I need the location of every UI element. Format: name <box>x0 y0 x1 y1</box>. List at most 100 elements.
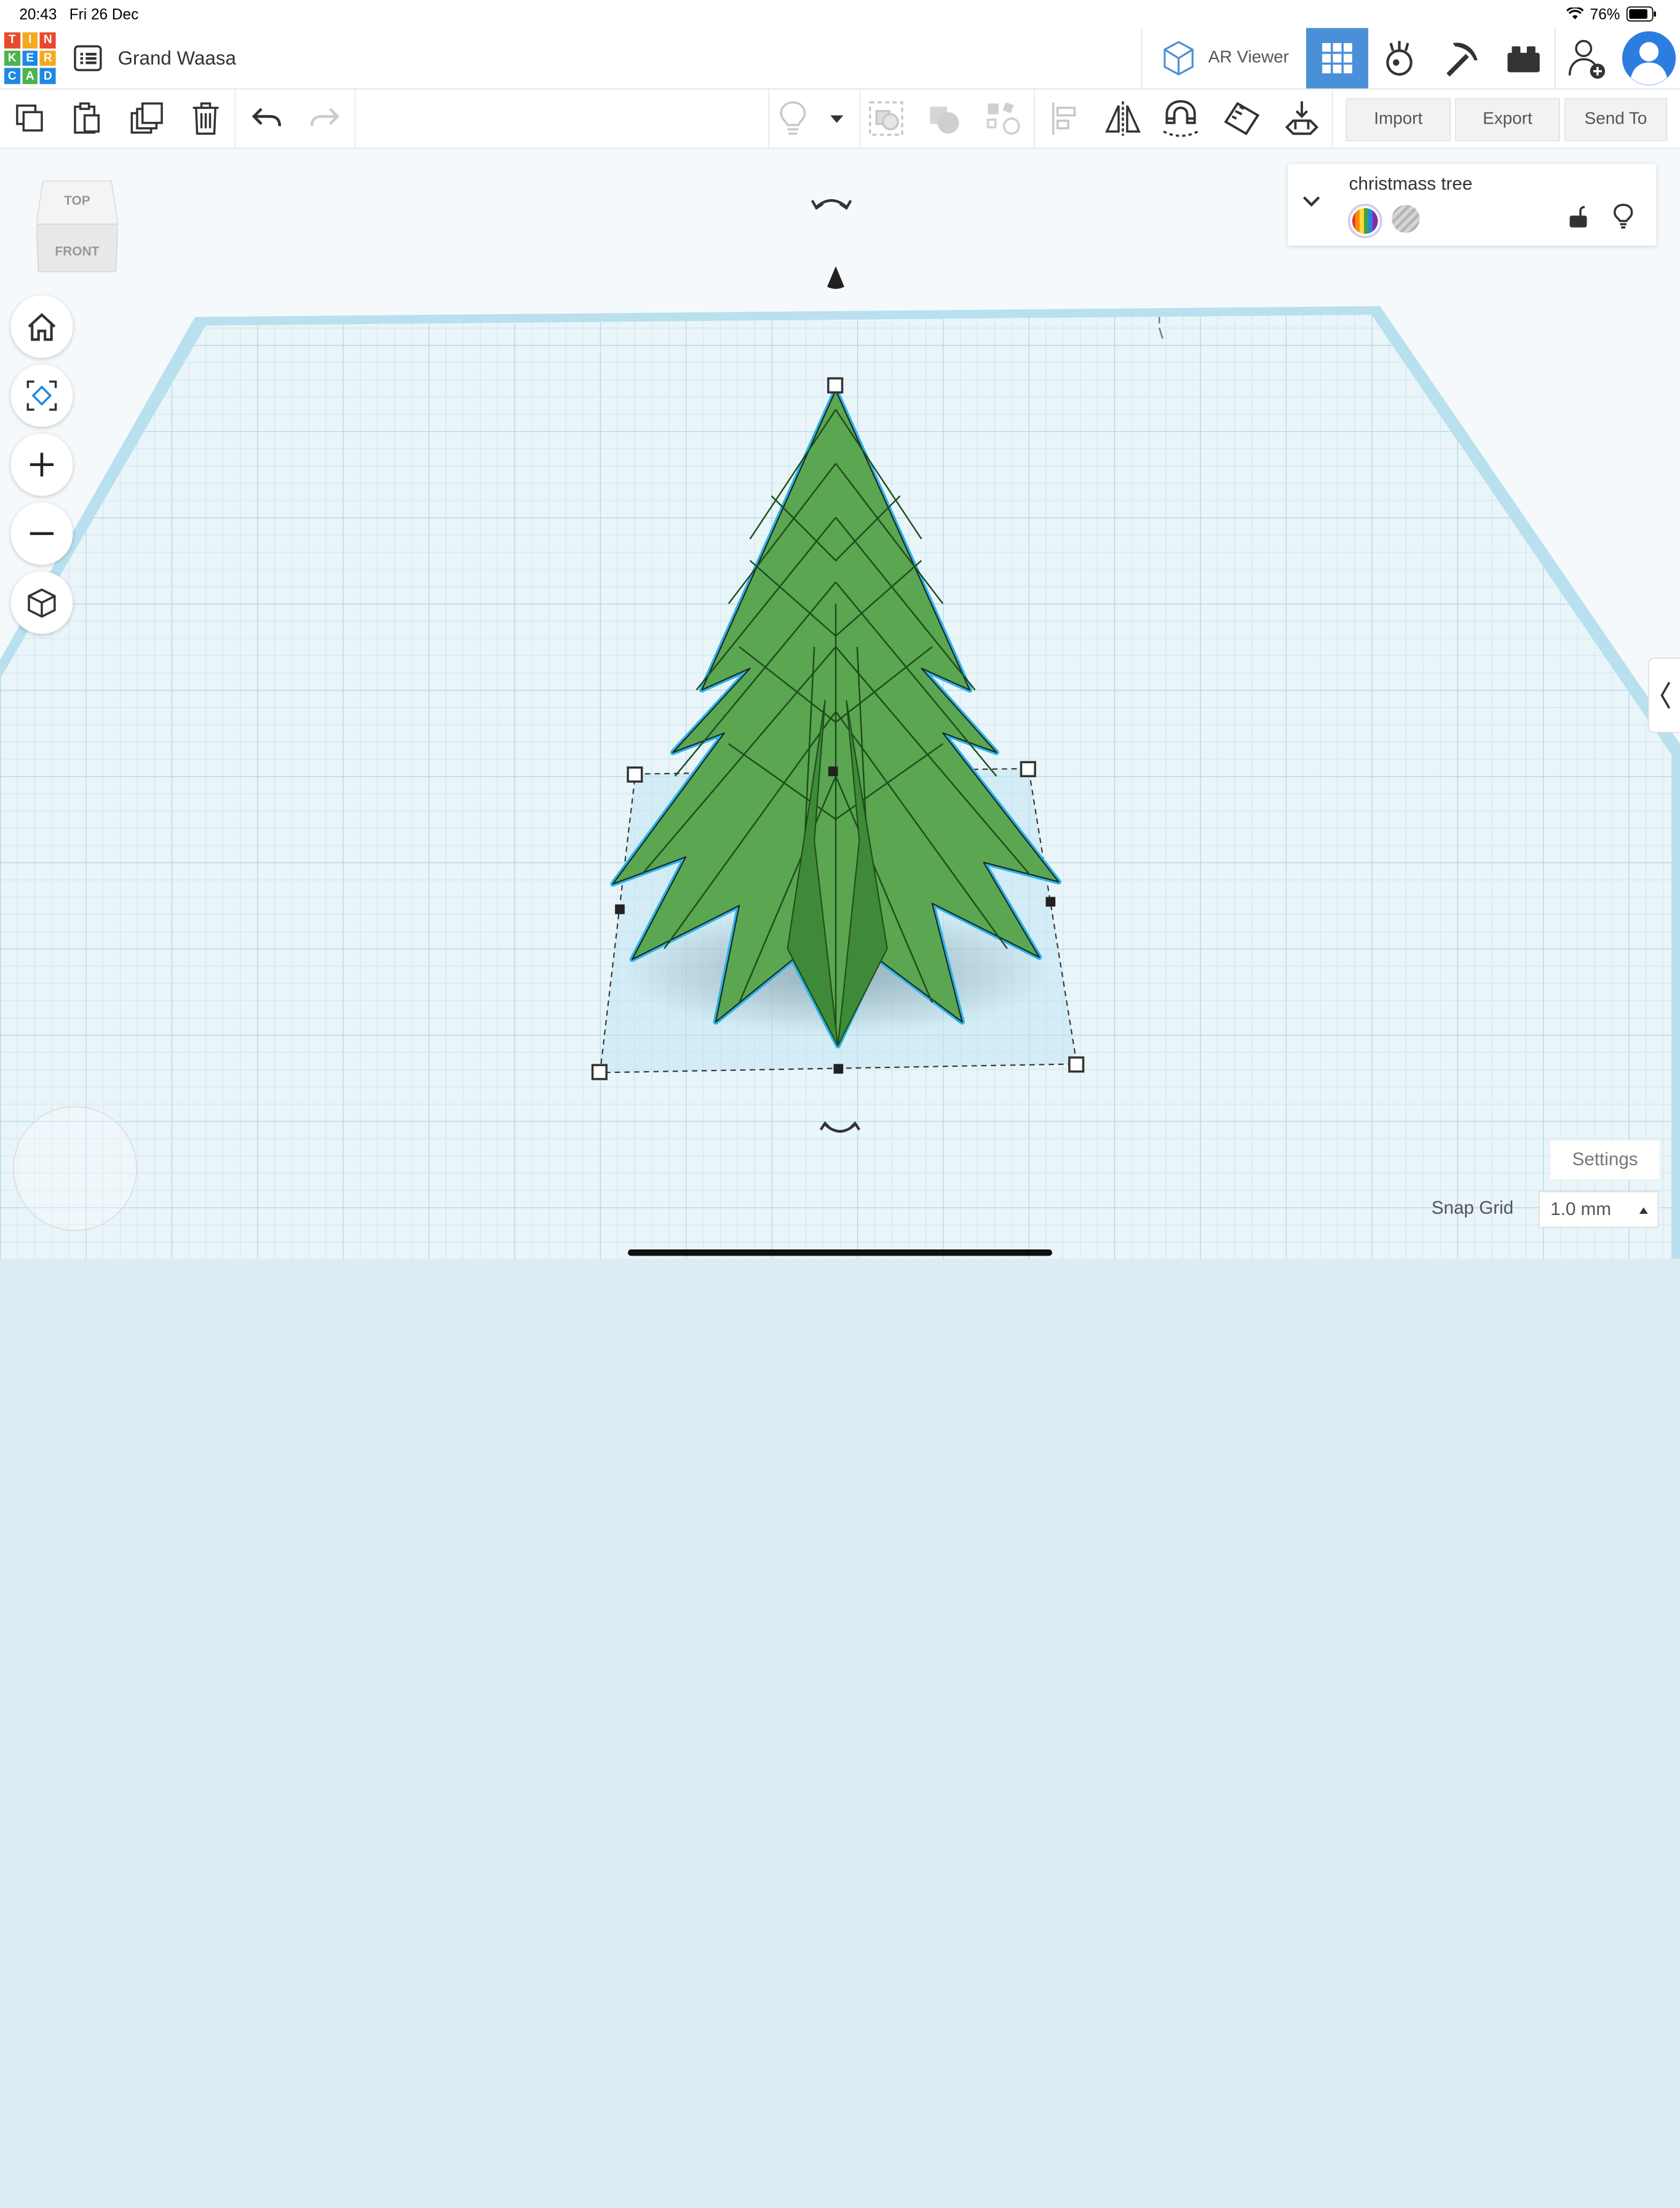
design-title[interactable]: Grand Waasa <box>118 47 236 70</box>
minus-icon <box>30 532 54 536</box>
avatar-icon <box>1622 31 1676 85</box>
edge-handle[interactable] <box>833 1064 844 1074</box>
align-button[interactable] <box>1045 98 1085 140</box>
fit-view-button[interactable] <box>10 364 73 427</box>
home-view-button[interactable] <box>10 295 73 358</box>
fit-selection-icon <box>26 380 57 411</box>
view-cube-front-label: FRONT <box>55 243 100 259</box>
cruise-button[interactable] <box>1160 98 1201 140</box>
list-icon <box>74 45 102 71</box>
grid-icon <box>1322 43 1352 74</box>
pickaxe-icon <box>1446 42 1478 77</box>
collapse-inspector-button[interactable] <box>1301 194 1322 215</box>
ar-cube-icon <box>1163 41 1194 76</box>
export-button[interactable]: Export <box>1455 98 1560 141</box>
snap-grid-label: Snap Grid <box>1431 1197 1514 1219</box>
ungroup-button[interactable] <box>924 98 964 140</box>
logo-letter: A <box>22 68 38 84</box>
redo-icon <box>310 108 340 127</box>
mirror-button[interactable] <box>1103 98 1143 140</box>
lego-bricks-view-button[interactable] <box>1492 28 1555 89</box>
chevron-down-icon <box>1303 196 1320 207</box>
import-button[interactable]: Import <box>1345 98 1451 141</box>
toolbar-divider <box>1034 89 1036 148</box>
status-time-date: 20:43 Fri 26 Dec <box>19 6 138 23</box>
lift-height-handle[interactable] <box>827 266 845 289</box>
mirror-icon <box>1105 101 1141 136</box>
duplicate-button[interactable] <box>127 98 167 140</box>
hide-button[interactable] <box>1614 203 1633 236</box>
delete-button[interactable] <box>185 98 226 140</box>
invite-people-button[interactable] <box>1555 28 1618 89</box>
workplane-icon <box>1285 101 1319 135</box>
design-list-button[interactable] <box>73 43 103 73</box>
lightbulb-icon <box>780 101 806 135</box>
logo-letter: T <box>4 32 20 49</box>
tinkercad-logo[interactable]: T I N K E R C A D <box>4 32 56 84</box>
logo-letter: E <box>22 50 38 66</box>
lightbulb-icon <box>1614 204 1633 229</box>
edit-toolbar: Import Export Send To <box>0 89 1680 149</box>
undo-button[interactable] <box>247 98 287 140</box>
group-button[interactable] <box>866 98 906 140</box>
paste-button[interactable] <box>66 98 107 140</box>
codeblocks-view-button[interactable] <box>1368 28 1430 89</box>
ruler-icon <box>1224 101 1260 135</box>
copy-button[interactable] <box>10 98 50 140</box>
corner-handle[interactable] <box>1068 1056 1085 1073</box>
zoom-in-button[interactable] <box>10 433 73 496</box>
user-avatar-button[interactable] <box>1618 28 1680 89</box>
perspective-toggle-button[interactable] <box>10 571 73 634</box>
ar-viewer-button[interactable]: AR Viewer <box>1141 28 1306 89</box>
hole-button[interactable] <box>1391 204 1421 234</box>
show-all-button[interactable] <box>772 98 813 140</box>
shapes-panel-toggle[interactable] <box>1647 657 1680 734</box>
shape-name[interactable]: christmass tree <box>1349 173 1473 195</box>
corner-handle[interactable] <box>591 1064 608 1080</box>
battery-icon <box>1626 6 1656 22</box>
status-right: 76% <box>1566 6 1656 23</box>
status-date: Fri 26 Dec <box>69 5 139 23</box>
wifi-icon <box>1566 7 1584 20</box>
cube-icon <box>28 588 56 618</box>
corner-handle[interactable] <box>1020 761 1036 778</box>
solid-color-button[interactable] <box>1347 204 1382 239</box>
workplane-button[interactable] <box>1282 98 1322 140</box>
align-icon <box>1052 102 1076 135</box>
edge-handle[interactable] <box>615 904 625 914</box>
corner-handle[interactable] <box>627 766 643 783</box>
home-icon <box>28 313 56 341</box>
hole-striped-icon <box>1392 205 1420 233</box>
shape-inspector-panel: christmass tree <box>1288 164 1657 246</box>
status-time: 20:43 <box>19 5 57 23</box>
settings-button[interactable]: Settings <box>1549 1139 1661 1181</box>
caret-up-icon <box>1639 1207 1648 1214</box>
undo-icon <box>252 108 282 127</box>
align-advanced-button[interactable] <box>984 98 1024 140</box>
minecraft-view-button[interactable] <box>1430 28 1492 89</box>
workplane-viewport[interactable] <box>0 148 1680 1259</box>
snap-grid-select[interactable]: 1.0 mm <box>1539 1191 1659 1228</box>
corner-handle[interactable] <box>827 377 844 394</box>
logo-letter: N <box>40 32 56 49</box>
view-cube-top-label: TOP <box>64 192 90 208</box>
header-right-controls: AR Viewer <box>1141 28 1680 89</box>
home-indicator <box>628 1249 1053 1256</box>
zoom-out-button[interactable] <box>10 502 73 565</box>
3d-design-view-button[interactable] <box>1306 28 1369 89</box>
ruler-button[interactable] <box>1221 98 1262 140</box>
toolbar-divider <box>354 89 356 148</box>
copy-icon <box>16 105 43 132</box>
chevron-left-icon <box>1660 681 1671 709</box>
edge-handle[interactable] <box>1045 896 1056 907</box>
toolbar-divider <box>768 89 770 148</box>
rotate-handle-top[interactable] <box>810 199 852 210</box>
orbit-control[interactable] <box>12 1106 138 1232</box>
edge-handle[interactable] <box>828 766 838 777</box>
redo-button[interactable] <box>304 98 345 140</box>
ungroup-icon <box>930 106 959 134</box>
view-cube[interactable]: TOP FRONT <box>36 179 119 274</box>
show-all-dropdown[interactable] <box>818 98 855 140</box>
lock-button[interactable] <box>1569 205 1588 234</box>
send-to-button[interactable]: Send To <box>1564 98 1668 141</box>
